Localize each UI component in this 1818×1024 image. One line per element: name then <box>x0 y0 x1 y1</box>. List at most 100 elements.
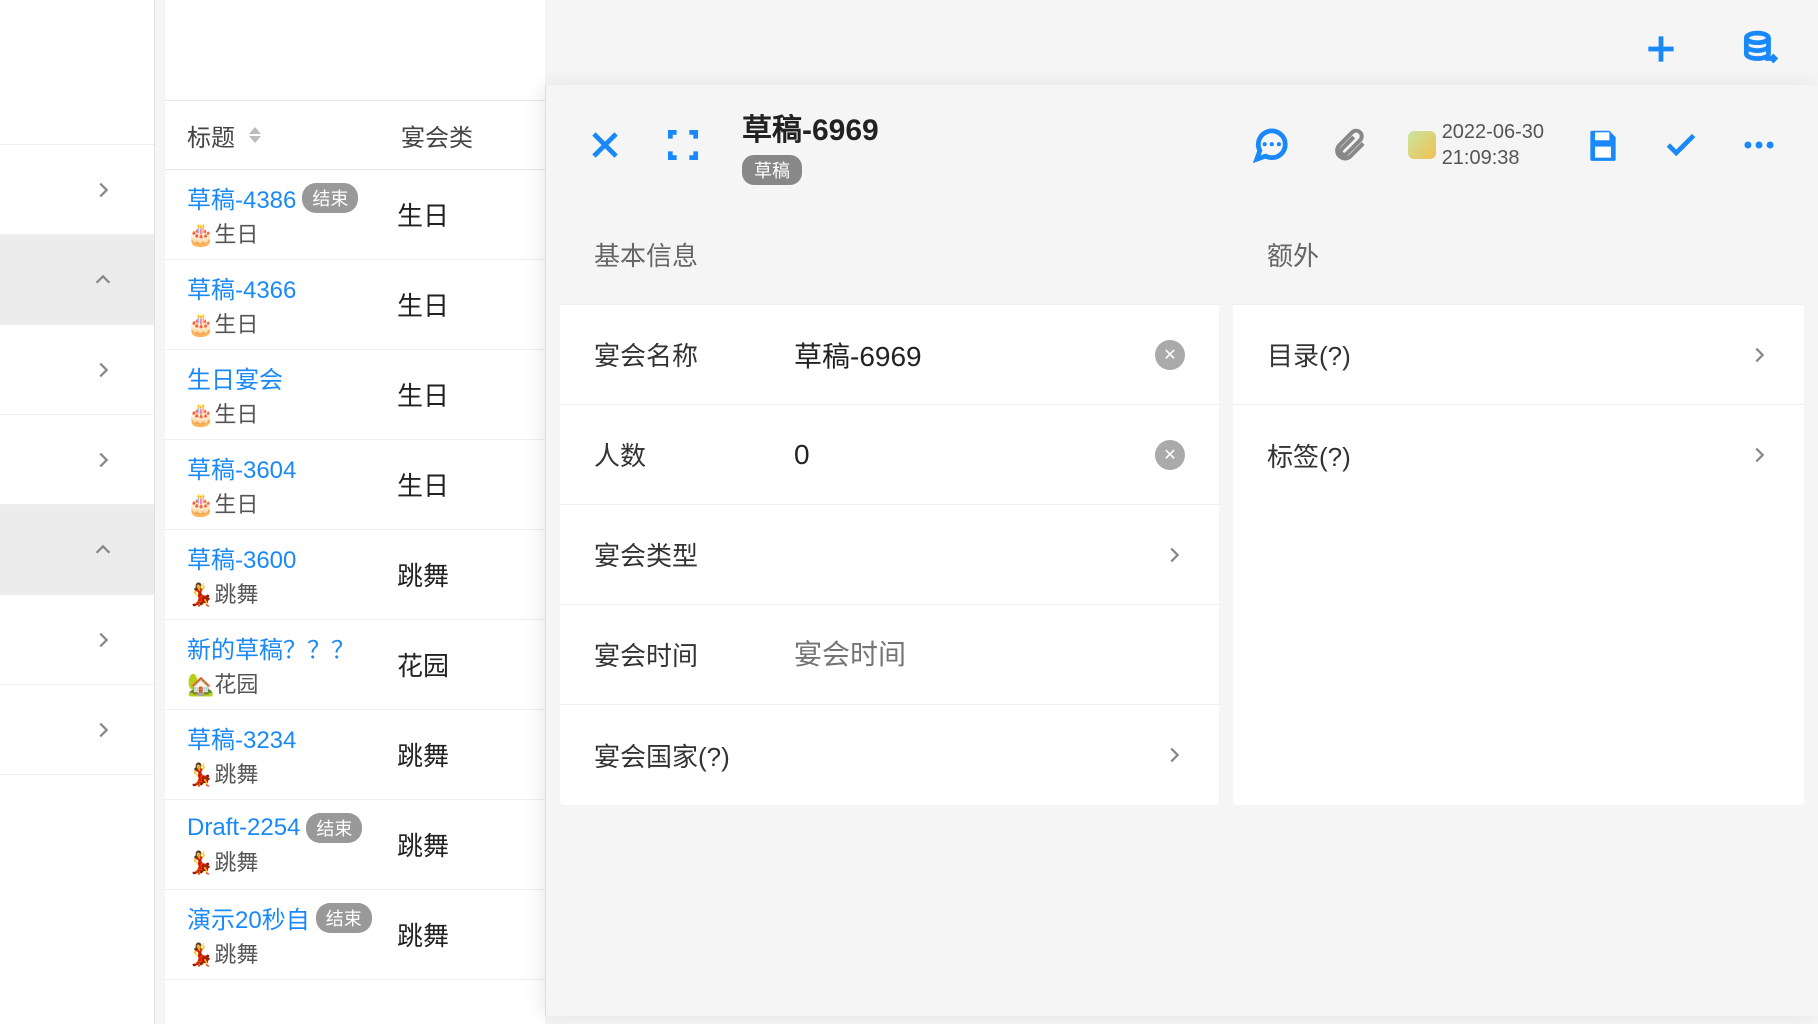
table-row[interactable]: Draft-2254结束💃跳舞跳舞 <box>165 800 545 890</box>
confirm-button[interactable] <box>1662 126 1700 164</box>
save-icon <box>1584 126 1622 164</box>
chat-icon <box>1252 126 1290 164</box>
add-button[interactable] <box>1642 30 1680 68</box>
row-subtitle: 🎂生日 <box>187 217 397 249</box>
sidebar-item-2[interactable] <box>0 325 154 415</box>
field-count-input[interactable] <box>794 439 1155 471</box>
field-name: 宴会名称 <box>560 305 1219 405</box>
status-badge: 结束 <box>306 813 362 843</box>
field-name-label: 宴会名称 <box>594 336 794 373</box>
sidebar-item-6[interactable] <box>0 685 154 775</box>
sidebar-spacer <box>0 0 154 145</box>
field-name-input[interactable] <box>794 339 1155 371</box>
panel-basic-title: 基本信息 <box>560 205 1219 305</box>
chevron-right-icon <box>1163 544 1185 566</box>
field-tag[interactable]: 标签(?) <box>1233 405 1804 505</box>
row-type: 生日 <box>397 466 449 503</box>
drawer-header: 草稿-6969 草稿 2022-06-30 21:09:38 <box>546 85 1818 205</box>
more-button[interactable] <box>1740 126 1778 164</box>
row-subtitle: 🏡花园 <box>187 667 397 699</box>
row-type: 跳舞 <box>397 916 449 953</box>
table-row[interactable]: 草稿-3234💃跳舞跳舞 <box>165 710 545 800</box>
row-subtitle: 🎂生日 <box>187 397 397 429</box>
sidebar-item-4[interactable] <box>0 505 154 595</box>
field-time-input[interactable] <box>794 639 1185 671</box>
chevron-right-icon <box>92 179 114 201</box>
row-title[interactable]: 草稿-4386结束 <box>187 180 397 215</box>
table-row[interactable]: 新的草稿？？？🏡花园花园 <box>165 620 545 710</box>
field-catalog-label: 目录(?) <box>1267 336 1467 373</box>
row-title[interactable]: 草稿-3604 <box>187 450 397 485</box>
row-subtitle: 🎂生日 <box>187 487 397 519</box>
expand-icon <box>664 126 702 164</box>
far-sidebar <box>0 0 155 1024</box>
expand-button[interactable] <box>664 126 702 164</box>
column-title[interactable]: 标题 <box>187 118 261 153</box>
comments-button[interactable] <box>1252 126 1290 164</box>
panel-basic: 基本信息 宴会名称 人数 宴会类型 宴会时间 宴会国家(?) <box>560 205 1219 805</box>
close-icon <box>586 126 624 164</box>
row-type: 跳舞 <box>397 736 449 773</box>
column-type-label[interactable]: 宴会类 <box>401 118 473 153</box>
detail-drawer: 草稿-6969 草稿 2022-06-30 21:09:38 <box>545 85 1818 1016</box>
chevron-up-icon <box>92 269 114 291</box>
save-button[interactable] <box>1584 126 1622 164</box>
list-area: 标题 宴会类 草稿-4386结束🎂生日生日草稿-4366🎂生日生日生日宴会🎂生日… <box>165 0 545 1024</box>
panel-extra: 额外 目录(?) 标签(?) <box>1233 205 1804 805</box>
clear-name-button[interactable] <box>1155 340 1185 370</box>
row-title[interactable]: 草稿-3234 <box>187 720 397 755</box>
row-subtitle: 💃跳舞 <box>187 757 397 789</box>
field-country-label: 宴会国家(?) <box>594 737 854 774</box>
chevron-right-icon <box>92 449 114 471</box>
row-subtitle: 💃跳舞 <box>187 937 397 969</box>
chevron-up-icon <box>92 539 114 561</box>
field-count-label: 人数 <box>594 436 794 473</box>
close-button[interactable] <box>586 126 624 164</box>
attachment-button[interactable] <box>1330 126 1368 164</box>
table-row[interactable]: 演示20秒自结束💃跳舞跳舞 <box>165 890 545 980</box>
chevron-right-icon <box>1748 444 1770 466</box>
row-subtitle: 💃跳舞 <box>187 845 397 877</box>
column-headers: 标题 宴会类 <box>165 100 545 170</box>
drawer-title: 草稿-6969 <box>742 105 879 149</box>
row-type: 跳舞 <box>397 826 449 863</box>
table-row[interactable]: 生日宴会🎂生日生日 <box>165 350 545 440</box>
table-row[interactable]: 草稿-4366🎂生日生日 <box>165 260 545 350</box>
row-subtitle: 💃跳舞 <box>187 577 397 609</box>
row-title[interactable]: 演示20秒自结束 <box>187 900 397 935</box>
status-badge: 结束 <box>316 903 372 933</box>
row-title[interactable]: Draft-2254结束 <box>187 813 397 843</box>
sort-icon <box>249 127 261 143</box>
table-row[interactable]: 草稿-4386结束🎂生日生日 <box>165 170 545 260</box>
row-title[interactable]: 草稿-4366 <box>187 270 397 305</box>
more-icon <box>1740 126 1778 164</box>
sidebar-item-1[interactable] <box>0 235 154 325</box>
field-type[interactable]: 宴会类型 <box>560 505 1219 605</box>
field-country[interactable]: 宴会国家(?) <box>560 705 1219 805</box>
row-title[interactable]: 新的草稿？？？ <box>187 630 397 665</box>
sidebar-item-5[interactable] <box>0 595 154 685</box>
timestamp-date: 2022-06-30 <box>1442 119 1544 145</box>
row-title[interactable]: 草稿-3600 <box>187 540 397 575</box>
database-export-icon <box>1740 30 1778 68</box>
chevron-right-icon <box>1748 344 1770 366</box>
row-type: 生日 <box>397 376 449 413</box>
timestamp-time: 21:09:38 <box>1442 145 1544 171</box>
plus-icon <box>1642 30 1680 68</box>
clear-count-button[interactable] <box>1155 440 1185 470</box>
status-badge: 草稿 <box>742 155 802 185</box>
export-button[interactable] <box>1740 30 1778 68</box>
field-catalog[interactable]: 目录(?) <box>1233 305 1804 405</box>
row-subtitle: 🎂生日 <box>187 307 397 339</box>
row-title[interactable]: 生日宴会 <box>187 360 397 395</box>
paperclip-icon <box>1330 126 1368 164</box>
field-time-label: 宴会时间 <box>594 636 794 673</box>
chevron-right-icon <box>92 629 114 651</box>
sidebar-item-0[interactable] <box>0 145 154 235</box>
chevron-right-icon <box>92 719 114 741</box>
table-row[interactable]: 草稿-3604🎂生日生日 <box>165 440 545 530</box>
table-row[interactable]: 草稿-3600💃跳舞跳舞 <box>165 530 545 620</box>
field-time: 宴会时间 <box>560 605 1219 705</box>
check-icon <box>1662 126 1700 164</box>
sidebar-item-3[interactable] <box>0 415 154 505</box>
